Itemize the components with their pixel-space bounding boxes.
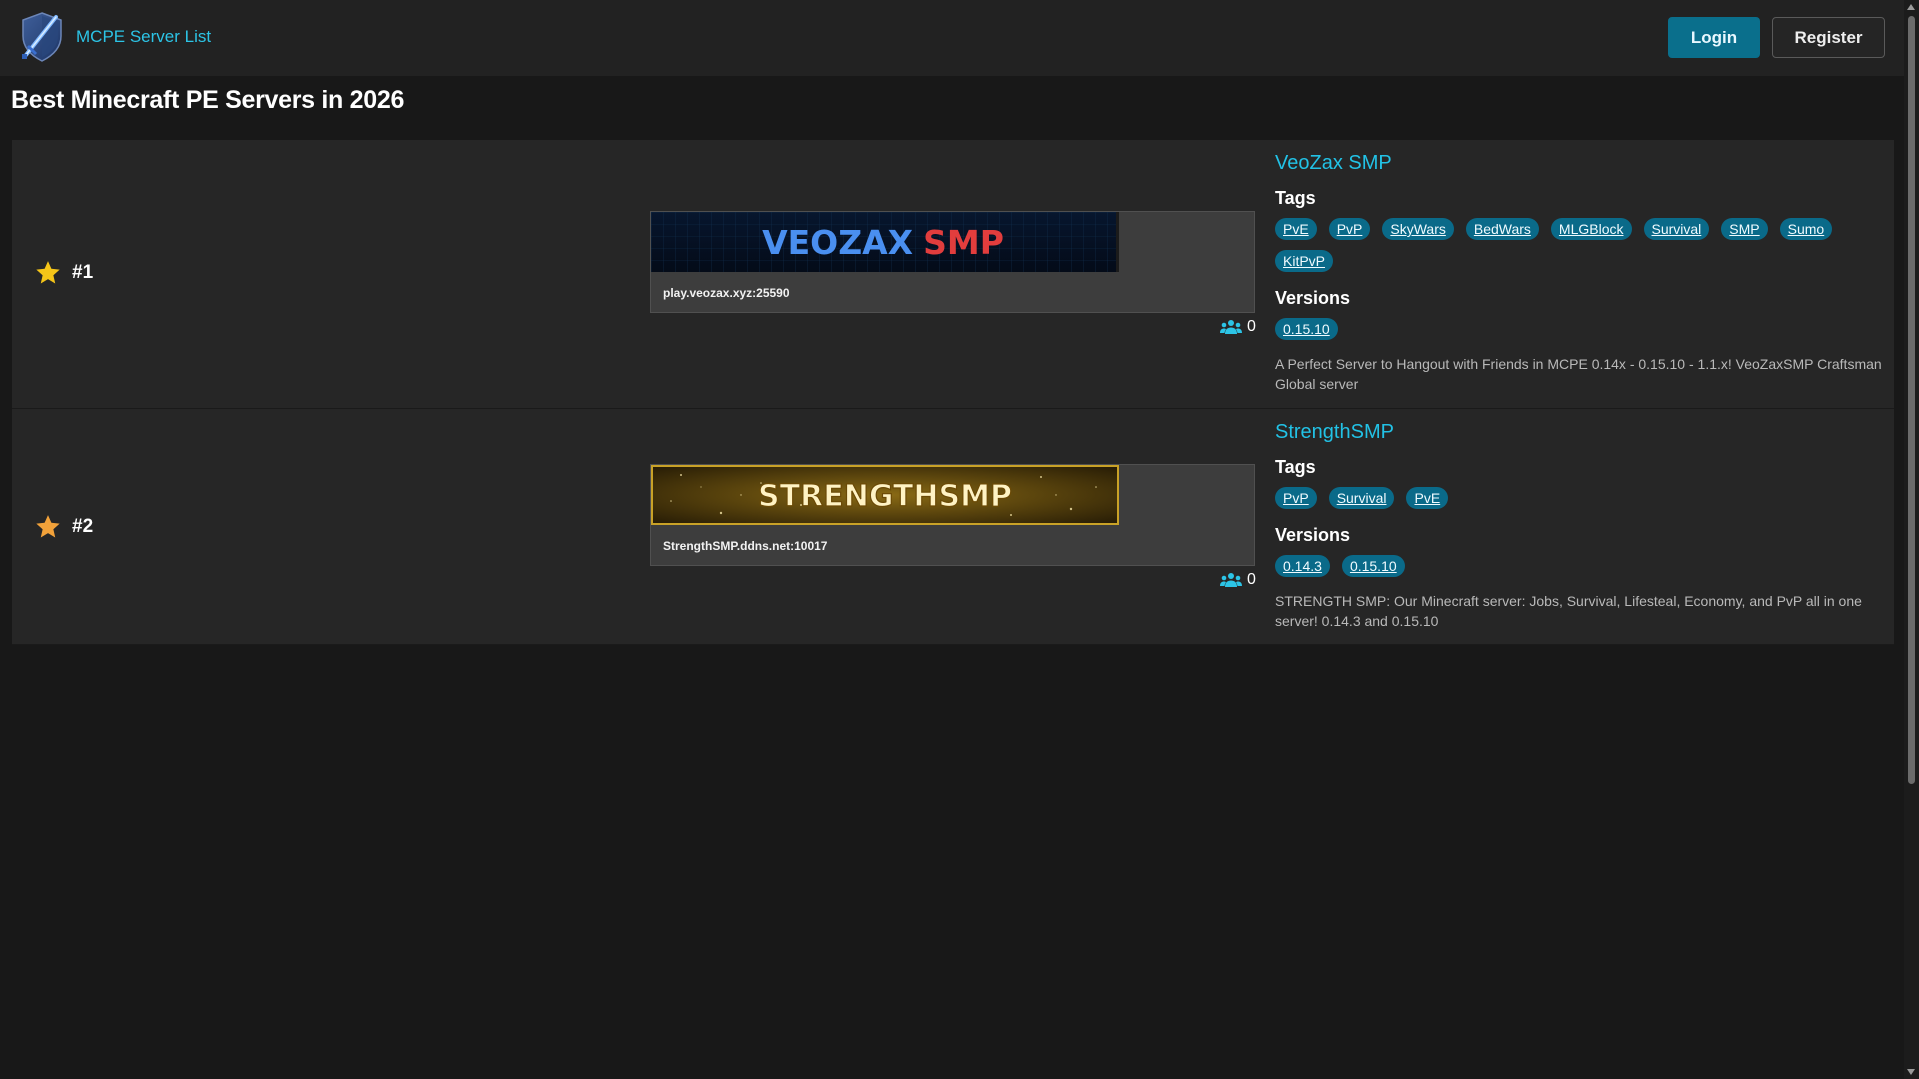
scroll-up-arrow-icon[interactable] (1907, 4, 1915, 10)
banner-text-primary: VEOZAX (762, 223, 913, 262)
tag-pill[interactable]: Sumo (1779, 218, 1833, 240)
scrollbar-thumb[interactable] (1908, 16, 1915, 784)
versions-heading: Versions (1275, 525, 1351, 545)
banner-text-primary: STRENGTHSMP (758, 479, 1012, 514)
version-pill[interactable]: 0.14.3 (1275, 555, 1330, 577)
rank-badge: #2 (34, 513, 93, 541)
server-description: A Perfect Server to Hangout with Friends… (1275, 356, 1882, 392)
star-icon (36, 515, 60, 538)
server-info: StrengthSMP Tags PvP Survival PvE Versio… (1275, 419, 1885, 631)
shield-sword-logo-icon (22, 12, 62, 62)
register-button[interactable]: Register (1772, 17, 1885, 58)
tags-heading: Tags (1275, 457, 1316, 477)
server-card: #1 VEOZAX SMP play.veozax.xyz:25590 0 Ve… (12, 140, 1894, 409)
version-pill[interactable]: 0.15.10 (1341, 555, 1405, 577)
tag-pill[interactable]: KitPvP (1275, 250, 1334, 272)
rank-number: #2 (72, 516, 94, 537)
page-title: Best Minecraft PE Servers in 2026 (11, 86, 405, 114)
server-banner-card[interactable]: STRENGTHSMP StrengthSMP.ddns.net:10017 (650, 464, 1255, 566)
server-card: #2 STRENGTHSMP StrengthSMP.ddns.net:1001… (12, 409, 1894, 645)
version-list: 0.14.3 0.15.10 (1275, 555, 1885, 577)
tag-pill[interactable]: Survival (1328, 487, 1395, 509)
server-list: #1 VEOZAX SMP play.veozax.xyz:25590 0 Ve… (12, 140, 1894, 645)
player-count-value: 0 (1247, 318, 1256, 335)
scroll-down-arrow-icon[interactable] (1907, 1069, 1915, 1075)
player-count: 0 (1220, 571, 1256, 589)
login-button[interactable]: Login (1668, 17, 1760, 58)
tag-pill[interactable]: PvE (1275, 218, 1317, 240)
server-description: STRENGTH SMP: Our Minecraft server: Jobs… (1275, 593, 1862, 629)
server-name-link[interactable]: VeoZax SMP (1275, 150, 1885, 186)
server-banner-image[interactable]: STRENGTHSMP (651, 465, 1119, 525)
tag-list: PvP Survival PvE (1275, 487, 1885, 509)
site-name[interactable]: MCPE Server List (76, 27, 211, 47)
tag-list: PvE PvP SkyWars BedWars MLGBlock Surviva… (1275, 218, 1885, 272)
versions-heading: Versions (1275, 288, 1351, 308)
server-address[interactable]: StrengthSMP.ddns.net:10017 (663, 539, 827, 553)
server-info: VeoZax SMP Tags PvE PvP SkyWars BedWars … (1275, 150, 1885, 394)
rank-number: #1 (72, 262, 94, 283)
player-count: 0 (1220, 318, 1256, 336)
top-navbar: MCPE Server List Login Register (0, 0, 1904, 76)
server-address[interactable]: play.veozax.xyz:25590 (663, 286, 790, 300)
star-icon (36, 261, 60, 284)
page: MCPE Server List Login Register Best Min… (0, 0, 1904, 1079)
users-icon (1220, 573, 1242, 587)
tag-pill[interactable]: PvP (1275, 487, 1317, 509)
tag-pill[interactable]: PvE (1406, 487, 1449, 509)
player-count-value: 0 (1247, 571, 1256, 588)
server-banner-image[interactable]: VEOZAX SMP (651, 212, 1119, 272)
users-icon (1220, 320, 1242, 334)
banner-text-secondary: SMP (923, 223, 1004, 262)
tag-pill[interactable]: PvP (1328, 218, 1371, 240)
tag-pill[interactable]: SMP (1721, 218, 1768, 240)
version-list: 0.15.10 (1275, 318, 1885, 340)
tags-heading: Tags (1275, 188, 1316, 208)
brand-link[interactable]: MCPE Server List (18, 10, 211, 64)
version-pill[interactable]: 0.15.10 (1275, 318, 1338, 340)
server-banner-card[interactable]: VEOZAX SMP play.veozax.xyz:25590 (650, 211, 1255, 313)
server-name-link[interactable]: StrengthSMP (1275, 419, 1885, 455)
tag-pill[interactable]: Survival (1643, 218, 1710, 240)
svg-text:VEOZAXSMP: VEOZAX SMP (762, 223, 1004, 262)
rank-badge: #1 (34, 259, 93, 287)
tag-pill[interactable]: SkyWars (1382, 218, 1454, 240)
tag-pill[interactable]: MLGBlock (1550, 218, 1632, 240)
tag-pill[interactable]: BedWars (1465, 218, 1539, 240)
vertical-scrollbar[interactable] (1904, 0, 1919, 1079)
